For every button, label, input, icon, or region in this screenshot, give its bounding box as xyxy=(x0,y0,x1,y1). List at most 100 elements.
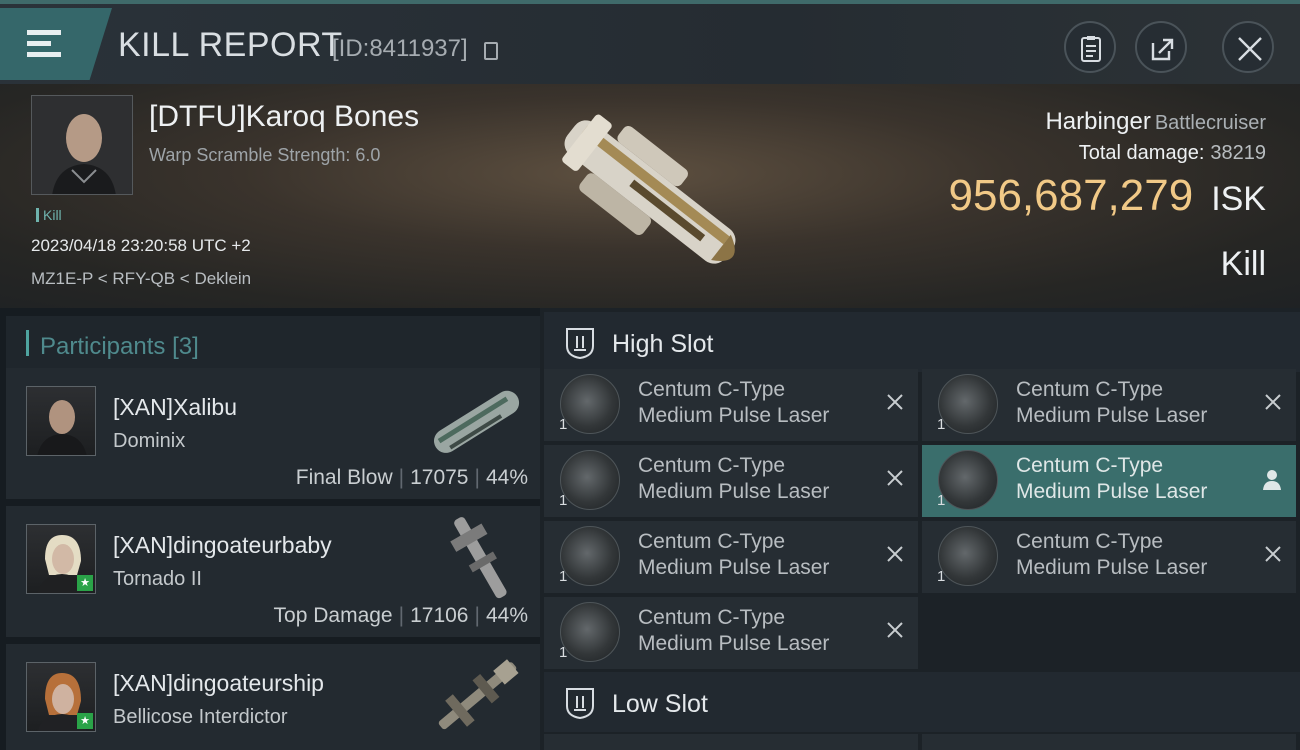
module-name: Centum C-Type Medium Pulse Laser xyxy=(638,453,829,505)
module-quantity: 1 xyxy=(559,492,568,509)
module-name-line1: Centum C-Type xyxy=(638,606,786,629)
module-quantity: 1 xyxy=(559,568,568,585)
module-item[interactable]: 1 Centum C-Type Medium Pulse Laser xyxy=(922,369,1296,441)
remove-icon[interactable] xyxy=(1262,543,1284,565)
module-item-partial[interactable] xyxy=(922,734,1296,750)
module-name-line2: Medium Pulse Laser xyxy=(638,480,830,503)
stats-separator: | xyxy=(398,604,405,627)
module-item[interactable]: 1 Centum C-Type Medium Pulse Laser xyxy=(922,521,1296,593)
avatar: ★ xyxy=(26,524,96,594)
module-item[interactable]: 1 Centum C-Type Medium Pulse Laser xyxy=(544,521,918,593)
participant-row[interactable]: [XAN]Xalibu Dominix Final Blow | 17075 | 44% xyxy=(6,368,540,502)
clipboard-button[interactable] xyxy=(1064,21,1116,73)
participant-damage: 17075 xyxy=(410,466,469,489)
avatar xyxy=(26,386,96,456)
module-item[interactable]: 1 Centum C-Type Medium Pulse Laser xyxy=(544,597,918,669)
participant-percent: 44% xyxy=(485,466,528,489)
remove-icon[interactable] xyxy=(884,619,906,641)
module-quantity: 1 xyxy=(937,568,946,585)
module-name-line1: Centum C-Type xyxy=(638,530,786,553)
victim-ship: Harbinger Battlecruiser xyxy=(1045,108,1266,136)
high-slot-header[interactable]: High Slot xyxy=(544,312,1300,372)
stats-separator: | xyxy=(474,604,480,627)
participant-tag: Top Damage xyxy=(273,604,393,627)
module-quantity: 1 xyxy=(937,492,946,509)
laser-module-icon xyxy=(560,526,620,586)
participant-name: [XAN]Xalibu xyxy=(113,394,238,420)
participant-row[interactable]: ★ [XAN]dingoateurbaby Tornado II Top Dam… xyxy=(6,506,540,640)
participant-ship-image xyxy=(450,517,507,599)
remove-icon[interactable] xyxy=(1262,391,1284,413)
menu-icon xyxy=(27,30,61,57)
participant-tag: Final Blow xyxy=(295,466,393,489)
participants-header[interactable]: Participants [3] xyxy=(6,316,540,368)
laser-module-icon xyxy=(560,374,620,434)
module-name-line2: Medium Pulse Laser xyxy=(638,404,830,427)
laser-module-icon xyxy=(938,526,998,586)
laser-module-icon xyxy=(938,374,998,434)
menu-button[interactable] xyxy=(0,8,112,80)
remove-icon[interactable] xyxy=(884,391,906,413)
participant-row[interactable]: ★ [XAN]dingoateurship Bellicose Interdic… xyxy=(6,644,540,750)
victim-portrait[interactable] xyxy=(31,95,133,195)
participants-label: Participants xyxy=(40,333,166,360)
module-item-partial[interactable] xyxy=(544,734,918,750)
victim-ship-image xyxy=(562,114,736,264)
participant-ship-image xyxy=(438,659,519,730)
close-icon xyxy=(1238,37,1262,61)
clipboard-icon xyxy=(1081,36,1101,62)
module-item[interactable]: 1 Centum C-Type Medium Pulse Laser xyxy=(544,445,918,517)
result-label: Kill xyxy=(1220,245,1266,283)
avatar: ★ xyxy=(26,662,96,732)
victim-name: [DTFU]Karoq Bones xyxy=(149,100,420,133)
page-title: KILL REPORT xyxy=(118,26,343,64)
participants-panel: Participants [3] [XAN]Xalibu Dominix Fin… xyxy=(0,308,540,750)
participant-ship-image xyxy=(434,390,520,453)
participant-stats: Top Damage | 17106 | 44% xyxy=(274,604,528,628)
low-slot-header[interactable]: Low Slot xyxy=(544,672,1300,732)
warp-scramble-strength: Warp Scramble Strength: 6.0 xyxy=(149,145,381,165)
participant-damage: 17106 xyxy=(410,604,469,627)
isk-amount: 956,687,279 xyxy=(948,171,1194,220)
participant-ship: Tornado II xyxy=(113,568,202,590)
stats-separator: | xyxy=(398,466,405,489)
module-item[interactable]: 1 Centum C-Type Medium Pulse Laser xyxy=(544,369,918,441)
laser-module-icon xyxy=(560,450,620,510)
person-icon[interactable] xyxy=(1262,469,1282,491)
participant-percent: 44% xyxy=(485,604,528,627)
module-name-line2: Medium Pulse Laser xyxy=(1016,556,1208,579)
fitting-panel: High Slot 1 Centum C-Type Medium Pulse La… xyxy=(540,308,1300,750)
remove-icon[interactable] xyxy=(884,467,906,489)
participant-stats: Final Blow | 17075 | 44% xyxy=(296,466,528,490)
participant-ship: Dominix xyxy=(113,430,186,452)
module-quantity: 1 xyxy=(559,416,568,433)
module-quantity: 1 xyxy=(937,416,946,433)
total-damage-value: 38219 xyxy=(1210,142,1266,164)
participant-name: [XAN]dingoateurship xyxy=(113,670,324,696)
module-name-line2: Medium Pulse Laser xyxy=(1016,480,1208,503)
close-button[interactable] xyxy=(1222,21,1274,73)
high-slot-title: High Slot xyxy=(612,330,714,358)
copy-icon[interactable] xyxy=(484,42,498,60)
module-name: Centum C-Type Medium Pulse Laser xyxy=(1016,453,1207,505)
total-damage-label: Total damage: xyxy=(1078,142,1205,164)
share-button[interactable] xyxy=(1135,21,1187,73)
isk-unit: ISK xyxy=(1211,180,1266,218)
participants-count: [3] xyxy=(172,333,199,360)
module-item-selected[interactable]: 1 Centum C-Type Medium Pulse Laser xyxy=(922,445,1296,517)
module-name-line2: Medium Pulse Laser xyxy=(638,632,830,655)
module-name: Centum C-Type Medium Pulse Laser xyxy=(638,529,829,581)
kill-id: [ID:8411937] xyxy=(332,35,468,62)
kill-datetime: 2023/04/18 23:20:58 UTC +2 xyxy=(31,236,251,255)
top-bar: KILL REPORT [ID:8411937] xyxy=(0,0,1300,84)
laser-module-icon xyxy=(938,450,998,510)
participant-name: [XAN]dingoateurbaby xyxy=(113,532,332,558)
participant-ship: Bellicose Interdictor xyxy=(113,706,288,728)
remove-icon[interactable] xyxy=(884,543,906,565)
module-name-line1: Centum C-Type xyxy=(638,454,786,477)
star-badge-icon: ★ xyxy=(77,713,93,729)
avatar-image xyxy=(37,400,87,455)
participants-title: Participants [3] xyxy=(40,333,199,361)
module-name: Centum C-Type Medium Pulse Laser xyxy=(638,605,829,657)
isk-value: 956,687,279 ISK xyxy=(949,171,1267,221)
